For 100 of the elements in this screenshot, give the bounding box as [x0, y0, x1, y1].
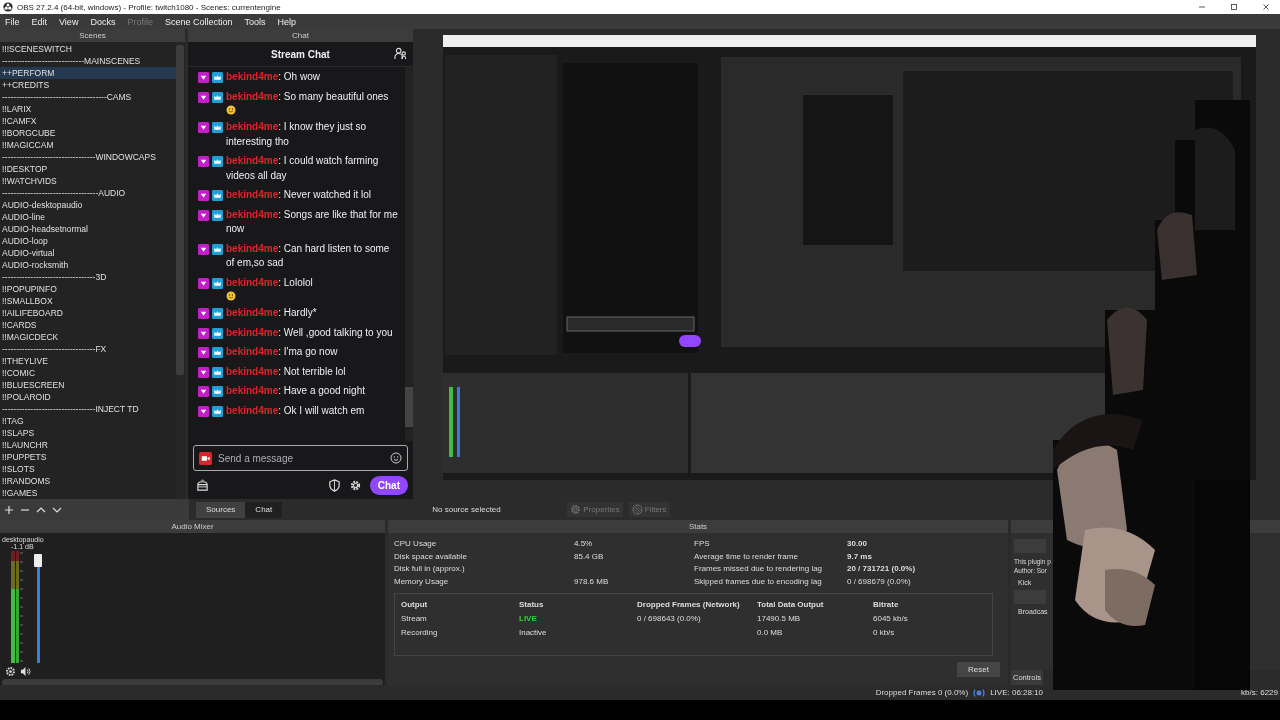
- scene-item[interactable]: ++PERFORM: [0, 67, 176, 79]
- chat-message: bekind4me: Well ,good talking to you: [226, 325, 393, 340]
- chat-title: Stream Chat: [271, 48, 330, 60]
- table-cell-text: 6045 kb/s: [873, 613, 909, 625]
- users-icon[interactable]: [394, 47, 407, 60]
- crown-icon: [212, 243, 223, 255]
- scene-item[interactable]: !!AILIFEBOARD: [0, 307, 176, 319]
- scene-item[interactable]: !!CAMFX: [0, 115, 176, 127]
- stat-label: Disk full in (approx.): [394, 563, 466, 575]
- reset-button[interactable]: Reset: [957, 662, 1000, 677]
- chat-message: bekind4me: Oh wow: [226, 70, 320, 84]
- scene-item[interactable]: ----------------------------------AUDIO: [0, 187, 176, 199]
- badge-icon: [198, 386, 209, 397]
- stat-label: Disk space available: [394, 550, 468, 563]
- slider-thumb[interactable]: [34, 554, 42, 567]
- scene-item[interactable]: !!COMIC: [0, 367, 176, 379]
- menu-item[interactable]: Docks: [90, 16, 116, 27]
- column-header: Total Data Output: [757, 599, 825, 611]
- maximize-icon[interactable]: [1229, 2, 1239, 12]
- scene-item[interactable]: !!POPUPINFO: [0, 283, 176, 295]
- scene-item[interactable]: -------------------------------------CAMS: [0, 91, 176, 103]
- crown-icon: [212, 122, 223, 133]
- close-icon[interactable]: [1261, 2, 1271, 12]
- menu-item[interactable]: Scene Collection: [164, 16, 233, 27]
- scene-item[interactable]: !!TAG: [0, 415, 176, 427]
- scene-item[interactable]: -----------------------------MAINSCENES: [0, 55, 176, 67]
- chat-message: bekind4me: Ok I will watch em: [226, 403, 365, 418]
- dropped-frames: Dropped Frames 0 (0.0%): [875, 688, 969, 697]
- badge-icon: [198, 91, 209, 103]
- stat-value: 30.00: [847, 538, 869, 550]
- scene-item[interactable]: !!MAGICDECK: [0, 331, 176, 343]
- stat-label: Memory Usage: [394, 575, 450, 588]
- chat-message: bekind4me: I'ma go now: [226, 345, 338, 359]
- dock-tab[interactable]: Sources: [196, 501, 246, 518]
- settings-icon[interactable]: [5, 666, 16, 677]
- gear-icon: [570, 504, 582, 515]
- broadcast-icon: [972, 687, 987, 698]
- scene-item[interactable]: !!WATCHVIDS: [0, 175, 176, 187]
- menu-item[interactable]: Tools: [244, 16, 266, 27]
- crown-icon: [212, 386, 223, 397]
- scrollbar[interactable]: [405, 67, 413, 441]
- crown-icon: [212, 347, 223, 358]
- scene-item[interactable]: !!THEYLIVE: [0, 355, 176, 367]
- scene-item[interactable]: !!DESKTOP: [0, 163, 176, 175]
- menu-item[interactable]: Edit: [31, 16, 48, 27]
- badge-icon: [198, 190, 209, 201]
- scene-item[interactable]: AUDIO-virtual: [0, 247, 176, 259]
- scene-item[interactable]: !!BORGCUBE: [0, 127, 176, 139]
- menu-item[interactable]: Help: [277, 16, 296, 27]
- stat-value: 4.5%: [574, 538, 594, 550]
- table-cell-text: 17490.5 MB: [757, 613, 802, 625]
- badge-icon: [198, 347, 209, 358]
- chat-message: bekind4me: Songs are like that for me now: [226, 207, 399, 236]
- scene-item[interactable]: AUDIO-desktopaudio: [0, 199, 176, 211]
- scene-item[interactable]: !!PUPPETS: [0, 451, 176, 463]
- scene-item[interactable]: !!POLAROID: [0, 391, 176, 403]
- scene-item[interactable]: ---------------------------------3D: [0, 271, 176, 283]
- menu-item[interactable]: File: [5, 16, 20, 27]
- speaker-icon[interactable]: [20, 666, 31, 677]
- bitrate: kb/s: 6229: [1241, 688, 1278, 697]
- menu-item[interactable]: View: [59, 16, 79, 27]
- scene-item[interactable]: ---------------------------------WINDOWCAPS: [0, 151, 176, 163]
- scene-item[interactable]: !!LARIX: [0, 103, 176, 115]
- scene-item[interactable]: !!MAGICCAM: [0, 139, 176, 151]
- scene-item[interactable]: !!GAMES: [0, 487, 176, 499]
- crown-icon: [212, 156, 223, 167]
- volume-slider[interactable]: [34, 551, 42, 663]
- camera-icon[interactable]: [199, 451, 212, 465]
- scene-item[interactable]: AUDIO-loop: [0, 235, 176, 247]
- treasure-chest-icon[interactable]: [196, 478, 209, 492]
- dock-title: Stats: [388, 520, 1008, 533]
- scene-item[interactable]: !!SLOTS: [0, 463, 176, 475]
- scene-item[interactable]: ---------------------------------FX: [0, 343, 176, 355]
- chat-button[interactable]: Chat: [369, 475, 408, 495]
- scene-item[interactable]: ---------------------------------INJECT TD: [0, 403, 176, 415]
- dock-title: Scenes: [0, 29, 185, 42]
- badge-icon: [198, 405, 209, 417]
- message-field[interactable]: Send a message: [193, 445, 408, 471]
- crown-icon: [212, 190, 223, 201]
- settings-icon[interactable]: [348, 478, 362, 492]
- table-cell-text: 0 / 698643 (0.0%): [637, 613, 702, 625]
- scene-item[interactable]: AUDIO-rocksmith: [0, 259, 176, 271]
- scene-item[interactable]: AUDIO-headsetnormal: [0, 223, 176, 235]
- scene-item[interactable]: AUDIO-line: [0, 211, 176, 223]
- scene-item[interactable]: !!RANDOMS: [0, 475, 176, 487]
- scene-item[interactable]: !!SLAPS: [0, 427, 176, 439]
- stat-label: FPS: [694, 538, 711, 550]
- scene-item[interactable]: !!SMALLBOX: [0, 295, 176, 307]
- shield-icon[interactable]: [327, 478, 341, 492]
- scene-item[interactable]: ++CREDITS: [0, 79, 176, 91]
- table-cell-text: Recording: [401, 627, 439, 639]
- scene-item[interactable]: !!BLUESCREEN: [0, 379, 176, 391]
- dock-tab[interactable]: Chat: [245, 501, 283, 518]
- add-icon[interactable]: [4, 504, 14, 515]
- scene-item[interactable]: !!!SCENESWITCH: [0, 43, 176, 55]
- message-input[interactable]: Send a message: [218, 452, 384, 464]
- scene-item[interactable]: !!LAUNCHR: [0, 439, 176, 451]
- badge-icon: [198, 366, 209, 378]
- scene-item[interactable]: !!CARDS: [0, 319, 176, 331]
- emote-icon[interactable]: [390, 452, 402, 464]
